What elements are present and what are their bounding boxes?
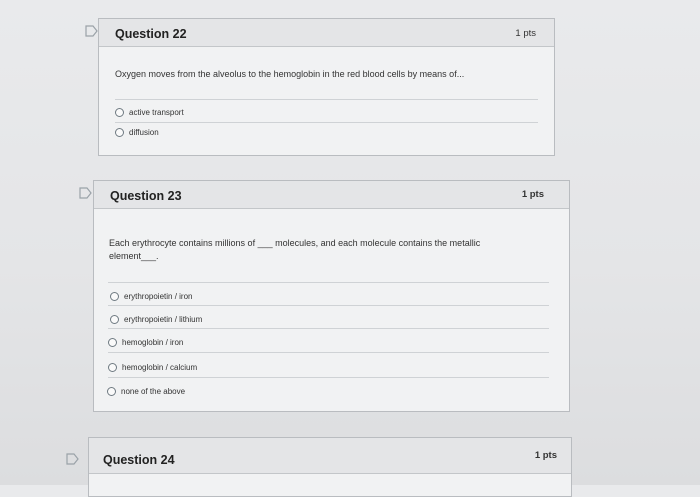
option-label: hemoglobin / calcium	[122, 363, 198, 372]
question-prompt-line-2: element___.	[109, 251, 159, 261]
question-points: 1 pts	[534, 450, 557, 461]
divider	[108, 282, 549, 283]
option-label: hemoglobin / iron	[122, 338, 184, 347]
answer-option[interactable]: hemoglobin / iron	[108, 338, 183, 347]
radio-button[interactable]	[108, 338, 117, 347]
divider	[115, 122, 538, 123]
question-header: Question 22 1 pts	[99, 19, 554, 47]
question-title: Question 23	[110, 189, 182, 203]
question-points: 1 pts	[521, 189, 544, 200]
option-label: none of the above	[121, 387, 186, 396]
answer-option[interactable]: active transport	[115, 108, 184, 117]
radio-button[interactable]	[110, 315, 119, 324]
question-points: 1 pts	[515, 28, 536, 39]
option-label: active transport	[129, 108, 184, 117]
question-card-24: Question 24 1 pts	[88, 437, 572, 497]
divider	[108, 377, 549, 378]
answer-option[interactable]: none of the above	[107, 387, 185, 396]
flag-question-icon[interactable]	[85, 25, 99, 37]
question-prompt: Oxygen moves from the alveolus to the he…	[115, 69, 465, 79]
flag-question-icon[interactable]	[66, 453, 80, 465]
answer-option[interactable]: hemoglobin / calcium	[108, 363, 197, 372]
answer-option[interactable]: diffusion	[115, 128, 159, 137]
divider	[108, 328, 549, 329]
answer-option[interactable]: erythropoietin / iron	[110, 292, 192, 301]
question-card-22: Question 22 1 pts Oxygen moves from the …	[98, 18, 555, 156]
radio-button[interactable]	[110, 292, 119, 301]
option-label: erythropoietin / iron	[124, 292, 193, 301]
answer-option[interactable]: erythropoietin / lithium	[110, 315, 202, 324]
divider	[115, 99, 538, 100]
divider	[108, 352, 549, 353]
divider	[108, 305, 549, 306]
radio-button[interactable]	[115, 108, 124, 117]
question-header: Question 24 1 pts	[89, 438, 571, 474]
question-header: Question 23 1 pts	[94, 181, 569, 209]
radio-button[interactable]	[115, 128, 124, 137]
question-card-23: Question 23 1 pts Each erythrocyte conta…	[93, 180, 570, 412]
flag-question-icon[interactable]	[79, 187, 93, 199]
question-prompt-line-1: Each erythrocyte contains millions of __…	[109, 238, 481, 248]
question-title: Question 24	[103, 453, 175, 467]
question-title: Question 22	[115, 27, 187, 41]
radio-button[interactable]	[108, 363, 117, 372]
option-label: erythropoietin / lithium	[124, 315, 203, 324]
radio-button[interactable]	[107, 387, 116, 396]
option-label: diffusion	[129, 128, 159, 137]
